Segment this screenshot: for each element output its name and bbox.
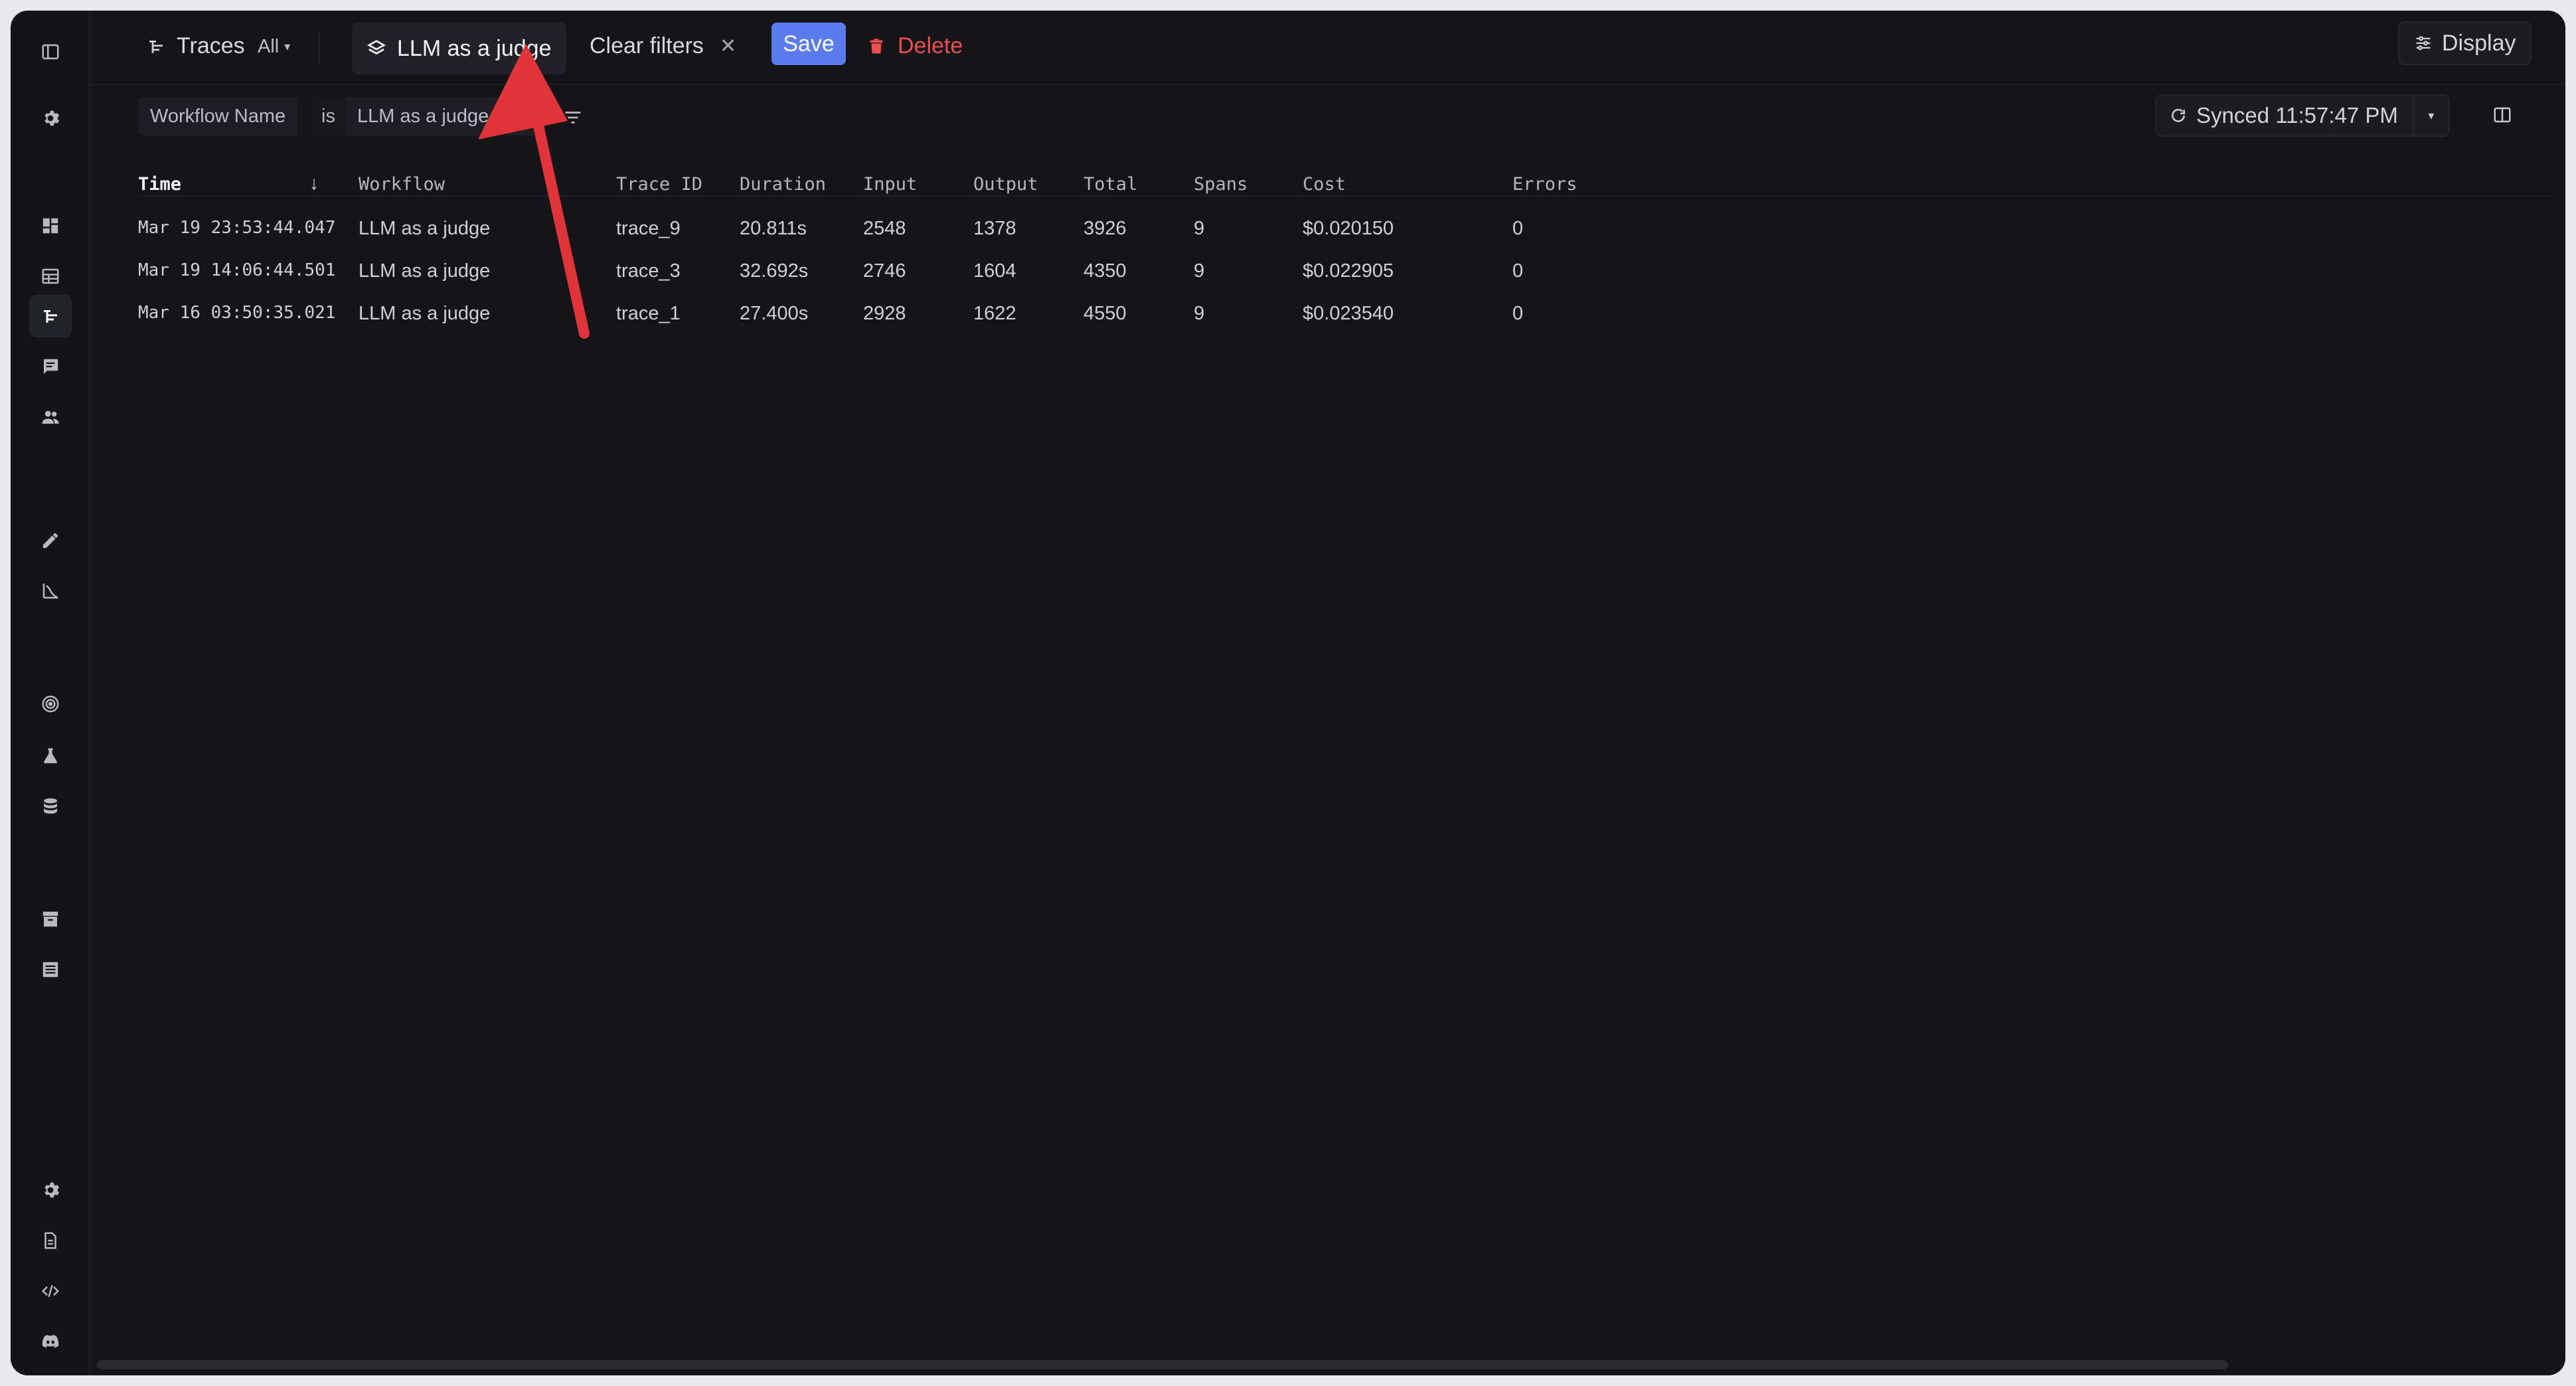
close-icon: ✕: [719, 35, 737, 57]
caret-down-icon: ▾: [284, 40, 291, 53]
col-header-time[interactable]: Time: [138, 174, 181, 195]
cell-trace-id: trace_3: [616, 260, 681, 282]
cell-trace-id: trace_9: [616, 218, 681, 239]
cell-errors: 0: [1512, 303, 1524, 324]
save-button[interactable]: Save: [771, 23, 846, 65]
clear-filters-button[interactable]: Clear filters ✕: [590, 33, 736, 59]
display-button[interactable]: Display: [2398, 21, 2532, 65]
top-bar: Traces All ▾ LLM as a judge Clear filter…: [90, 11, 2565, 85]
remove-filter-icon[interactable]: ✕: [507, 97, 546, 135]
cell-output: 1378: [973, 218, 1016, 239]
cell-errors: 0: [1512, 260, 1524, 282]
sidebar: [11, 11, 90, 1375]
cell-cost: $0.020150: [1303, 218, 1394, 239]
col-header-input[interactable]: Input: [863, 174, 917, 195]
refresh-icon: [2172, 108, 2185, 122]
cell-time: Mar 19 23:53:44.047: [138, 218, 336, 238]
view-name: LLM as a judge: [397, 35, 552, 61]
scope-dropdown[interactable]: All ▾: [258, 36, 290, 58]
settings-icon[interactable]: [40, 108, 61, 129]
sliders-icon: [2416, 36, 2431, 50]
cell-spans: 9: [1194, 260, 1205, 282]
add-filter-icon[interactable]: [563, 108, 583, 131]
filter-operator[interactable]: is: [312, 97, 345, 135]
cell-input: 2928: [863, 303, 906, 324]
cell-total: 4350: [1084, 260, 1127, 282]
cell-workflow: LLM as a judge: [359, 303, 491, 324]
chat-icon[interactable]: [40, 356, 61, 377]
settings-icon[interactable]: [40, 1179, 61, 1201]
cell-spans: 9: [1194, 218, 1205, 239]
cell-spans: 9: [1194, 303, 1205, 324]
target-icon[interactable]: [40, 693, 61, 715]
col-header-output[interactable]: Output: [973, 174, 1038, 195]
col-header-total[interactable]: Total: [1084, 174, 1137, 195]
col-header-cost[interactable]: Cost: [1303, 174, 1346, 195]
cell-workflow: LLM as a judge: [359, 260, 491, 282]
traces-icon: [149, 40, 163, 53]
cell-duration: 27.400s: [740, 303, 809, 324]
sync-status[interactable]: Synced 11:57:47 PM ▾: [2155, 94, 2450, 137]
col-header-errors[interactable]: Errors: [1512, 174, 1577, 195]
cell-trace-id: trace_1: [616, 303, 681, 324]
flask-icon[interactable]: [40, 745, 61, 766]
cell-workflow: LLM as a judge: [359, 218, 491, 239]
cell-cost: $0.023540: [1303, 303, 1394, 324]
code-icon[interactable]: [40, 1280, 61, 1302]
cell-cost: $0.022905: [1303, 260, 1394, 282]
header-divider: [137, 195, 2552, 197]
panel-toggle-icon[interactable]: [40, 41, 61, 62]
delete-label: Delete: [898, 33, 963, 58]
archive-icon[interactable]: [40, 909, 61, 930]
col-header-workflow[interactable]: Workflow: [359, 174, 445, 195]
horizontal-scrollbar[interactable]: [97, 1360, 2228, 1369]
layers-icon: [366, 40, 386, 55]
panel-layout-icon[interactable]: [2492, 105, 2512, 128]
cell-duration: 32.692s: [740, 260, 809, 282]
clear-filters-label: Clear filters: [590, 33, 704, 58]
cell-total: 4550: [1084, 303, 1127, 324]
col-header-trace-id[interactable]: Trace ID: [616, 174, 702, 195]
dashboard-icon[interactable]: [40, 215, 61, 236]
list-icon[interactable]: [40, 959, 61, 980]
cell-input: 2746: [863, 260, 906, 282]
cell-time: Mar 16 03:50:35.021: [138, 303, 336, 323]
users-icon[interactable]: [40, 406, 61, 428]
trash-icon: [870, 38, 883, 53]
section-title: Traces: [177, 33, 245, 58]
cell-duration: 20.811s: [740, 218, 807, 239]
display-label: Display: [2442, 30, 2516, 56]
chart-icon[interactable]: [40, 580, 61, 602]
filter-value[interactable]: LLM as a judge: [345, 97, 501, 135]
view-selector[interactable]: LLM as a judge: [352, 23, 566, 74]
caret-down-icon[interactable]: ▾: [2412, 96, 2449, 135]
cell-output: 1622: [973, 303, 1016, 324]
table-icon[interactable]: [40, 266, 61, 287]
scope-dropdown-value: All: [258, 36, 280, 57]
app-window: Traces All ▾ LLM as a judge Clear filter…: [11, 11, 2565, 1375]
col-header-spans[interactable]: Spans: [1194, 174, 1248, 195]
filter-field[interactable]: Workflow Name: [138, 97, 298, 135]
col-header-duration[interactable]: Duration: [740, 174, 826, 195]
cell-time: Mar 19 14:06:44.501: [138, 260, 336, 280]
traces-icon[interactable]: [40, 305, 61, 327]
cell-input: 2548: [863, 218, 906, 239]
sort-descending-icon[interactable]: ↓: [309, 173, 319, 194]
document-icon[interactable]: [40, 1230, 61, 1251]
divider: [319, 31, 320, 65]
cell-total: 3926: [1084, 218, 1127, 239]
edit-icon[interactable]: [40, 530, 61, 551]
cell-errors: 0: [1512, 218, 1524, 239]
database-icon[interactable]: [40, 796, 61, 817]
cell-output: 1604: [973, 260, 1016, 282]
sync-label: Synced 11:57:47 PM: [2196, 103, 2398, 128]
delete-button[interactable]: Delete: [867, 33, 963, 59]
discord-icon[interactable]: [40, 1331, 61, 1352]
traces-title[interactable]: Traces: [146, 33, 245, 59]
